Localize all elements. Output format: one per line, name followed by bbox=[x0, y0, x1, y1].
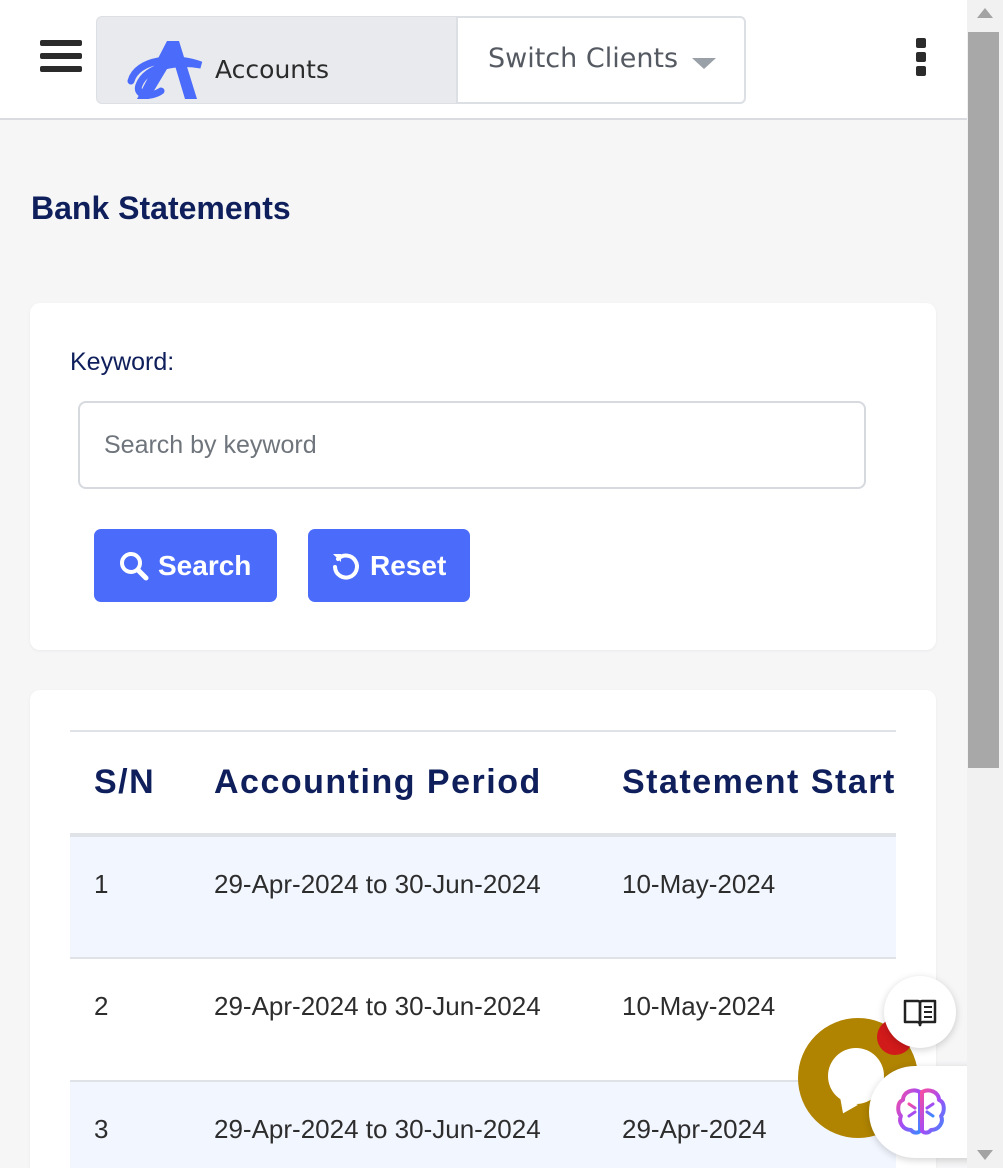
chevron-down-icon bbox=[692, 58, 716, 69]
guide-button[interactable] bbox=[884, 976, 956, 1048]
column-header-sn[interactable]: S/N bbox=[70, 731, 214, 835]
kebab-menu-icon[interactable] bbox=[913, 38, 929, 78]
column-header-statement-start[interactable]: Statement Start bbox=[622, 731, 896, 835]
cell-sn: 2 bbox=[94, 991, 109, 1021]
ai-assistant-button[interactable] bbox=[869, 1066, 967, 1158]
app-viewport: Accounts Switch Clients Bank Statements … bbox=[0, 0, 967, 1168]
table-header-row: S/N Accounting Period Statement Start bbox=[70, 731, 896, 835]
brain-icon bbox=[896, 1088, 946, 1135]
keyword-label: Keyword: bbox=[70, 348, 175, 376]
keyword-search-input[interactable] bbox=[78, 401, 866, 489]
scroll-up-arrow-icon[interactable] bbox=[977, 8, 993, 18]
cell-accounting-period: 29-Apr-2024 to 30-Jun-2024 bbox=[214, 869, 541, 899]
search-icon bbox=[120, 551, 149, 580]
cell-sn: 3 bbox=[94, 1114, 109, 1144]
switch-clients-dropdown[interactable]: Switch Clients bbox=[456, 16, 746, 104]
switch-clients-label: Switch Clients bbox=[488, 43, 679, 74]
book-icon bbox=[903, 999, 937, 1027]
reset-icon bbox=[333, 553, 359, 580]
table-row[interactable]: 3 29-Apr-2024 to 30-Jun-2024 29-Apr-2024 bbox=[70, 1081, 896, 1168]
statements-table: S/N Accounting Period Statement Start 1 … bbox=[70, 730, 896, 1168]
search-button-label: Search bbox=[158, 549, 252, 581]
statements-table-scroll[interactable]: S/N Accounting Period Statement Start 1 … bbox=[70, 730, 896, 1168]
top-navbar: Accounts Switch Clients bbox=[0, 0, 967, 120]
reset-button-label: Reset bbox=[370, 549, 447, 581]
search-card: Keyword: Search Reset bbox=[30, 303, 936, 650]
page-title: Bank Statements bbox=[31, 190, 291, 226]
hamburger-menu-icon[interactable] bbox=[40, 40, 82, 76]
cell-statement-start: 10-May-2024 bbox=[622, 869, 776, 899]
cell-accounting-period: 29-Apr-2024 to 30-Jun-2024 bbox=[214, 991, 541, 1021]
cell-sn: 1 bbox=[94, 869, 109, 899]
accounts-logo-icon bbox=[127, 41, 203, 99]
scrollbar-thumb[interactable] bbox=[968, 32, 999, 768]
table-row[interactable]: 1 29-Apr-2024 to 30-Jun-2024 10-May-2024 bbox=[70, 835, 896, 958]
table-row[interactable]: 2 29-Apr-2024 to 30-Jun-2024 10-May-2024 bbox=[70, 958, 896, 1081]
column-header-accounting-period[interactable]: Accounting Period bbox=[214, 731, 622, 835]
brand-home-link[interactable]: Accounts bbox=[96, 16, 458, 104]
scroll-down-arrow-icon[interactable] bbox=[977, 1150, 993, 1160]
cell-accounting-period: 29-Apr-2024 to 30-Jun-2024 bbox=[214, 1114, 541, 1144]
reset-button[interactable]: Reset bbox=[308, 529, 470, 602]
app-name: Accounts bbox=[215, 55, 329, 84]
search-button[interactable]: Search bbox=[94, 529, 277, 602]
